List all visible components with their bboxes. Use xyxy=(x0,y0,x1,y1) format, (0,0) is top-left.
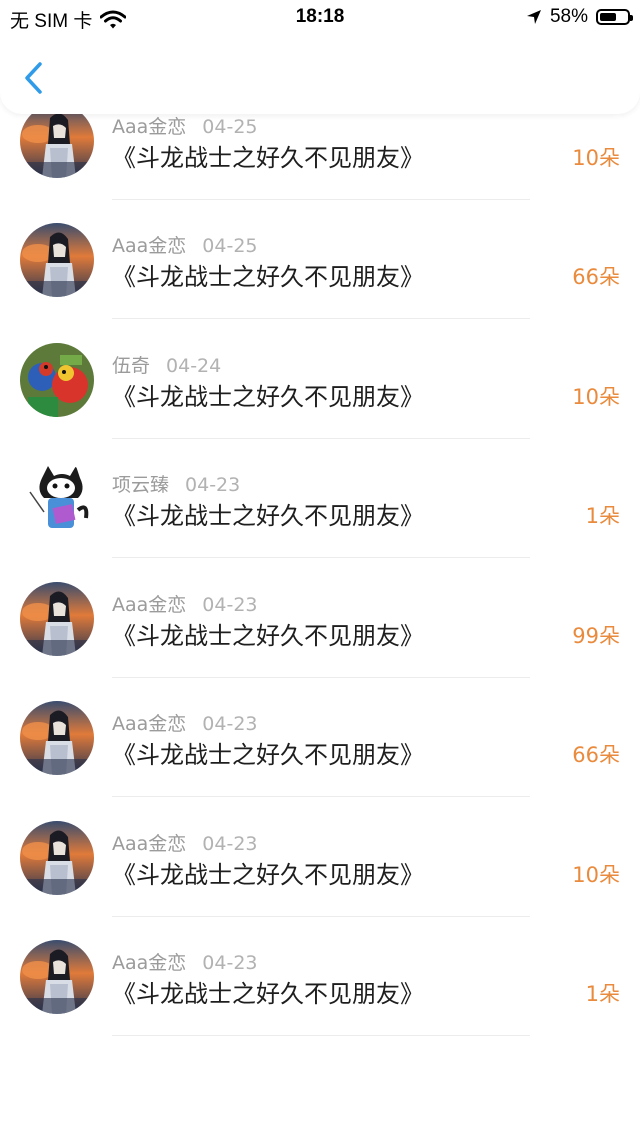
avatar[interactable] xyxy=(20,462,94,536)
avatar[interactable] xyxy=(20,820,94,895)
gift-record-row[interactable]: Aaa金恋 04-23 《斗龙战士之好久不见朋友》 10朵 xyxy=(0,797,640,917)
sender-name: 项云臻 xyxy=(112,474,170,496)
record-date: 04-23 xyxy=(202,952,258,974)
sender-name: 伍奇 xyxy=(112,354,151,377)
record-date: 04-23 xyxy=(202,832,258,855)
record-date: 04-24 xyxy=(166,354,222,377)
record-date: 04-25 xyxy=(202,115,258,138)
sender-meta: 项云臻 04-23 xyxy=(112,470,240,497)
sender-meta: Aaa金恋 04-23 xyxy=(112,948,258,975)
avatar[interactable] xyxy=(20,581,94,656)
flower-amount: 66朵 xyxy=(572,743,620,767)
avatar[interactable] xyxy=(20,940,94,1014)
gift-record-row[interactable]: Aaa金恋 04-23 《斗龙战士之好久不见朋友》 99朵 xyxy=(0,558,640,678)
navigation-bar xyxy=(0,34,640,114)
gift-record-row[interactable]: Aaa金恋 04-23 《斗龙战士之好久不见朋友》 66朵 xyxy=(0,677,640,797)
sender-meta: Aaa金恋 04-25 xyxy=(112,231,258,258)
flower-amount: 1朵 xyxy=(585,982,620,1006)
flower-amount: 10朵 xyxy=(572,384,620,409)
sender-name: Aaa金恋 xyxy=(112,952,187,974)
avatar[interactable] xyxy=(20,223,94,297)
gift-record-row[interactable]: Aaa金恋 04-23 《斗龙战士之好久不见朋友》 1朵 xyxy=(0,916,640,1036)
chevron-left-icon xyxy=(25,62,42,94)
sender-meta: Aaa金恋 04-23 xyxy=(112,709,258,736)
record-date: 04-25 xyxy=(202,235,258,257)
flower-amount: 10朵 xyxy=(572,145,620,170)
work-title: 《斗龙战士之好久不见朋友》 xyxy=(112,382,424,411)
flower-amount: 1朵 xyxy=(585,504,620,528)
sender-name: Aaa金恋 xyxy=(112,235,187,257)
record-date: 04-23 xyxy=(185,474,241,496)
battery-icon xyxy=(596,9,633,25)
work-title: 《斗龙战士之好久不见朋友》 xyxy=(112,980,424,1008)
work-title: 《斗龙战士之好久不见朋友》 xyxy=(112,502,424,530)
avatar[interactable] xyxy=(20,701,94,775)
status-bar: 无 SIM 卡 18:18 58% xyxy=(0,0,640,34)
sender-meta: 伍奇 04-24 xyxy=(112,351,221,378)
gift-record-row[interactable]: 伍奇 04-24 《斗龙战士之好久不见朋友》 10朵 xyxy=(0,319,640,439)
work-title: 《斗龙战士之好久不见朋友》 xyxy=(112,741,424,769)
gift-record-list[interactable]: 《斗龙战士之好久不见朋友》 10朵 Aaa金恋 04-25 《斗龙战士之好久不见朋友》… xyxy=(0,0,640,1139)
flower-amount: 10朵 xyxy=(572,862,620,887)
sender-name: Aaa金恋 xyxy=(112,115,187,138)
back-button[interactable] xyxy=(18,58,54,98)
sender-name: Aaa金恋 xyxy=(112,713,187,735)
work-title: 《斗龙战士之好久不见朋友》 xyxy=(112,860,424,889)
sender-meta: Aaa金恋 04-23 xyxy=(112,590,258,617)
flower-amount: 99朵 xyxy=(572,623,620,648)
sender-meta: Aaa金恋 04-23 xyxy=(112,829,258,856)
battery-percent: 58% xyxy=(549,6,588,27)
sender-meta: Aaa金恋 04-25 xyxy=(112,112,258,139)
work-title: 《斗龙战士之好久不见朋友》 xyxy=(112,263,424,291)
record-date: 04-23 xyxy=(202,593,258,616)
flower-amount: 66朵 xyxy=(572,265,620,289)
location-arrow-icon xyxy=(526,10,541,24)
gift-record-row[interactable]: Aaa金恋 04-25 《斗龙战士之好久不见朋友》 66朵 xyxy=(0,199,640,319)
avatar[interactable] xyxy=(20,342,94,417)
work-title: 《斗龙战士之好久不见朋友》 xyxy=(112,621,424,650)
work-title: 《斗龙战士之好久不见朋友》 xyxy=(112,143,424,172)
row-divider xyxy=(112,1035,530,1036)
gift-record-row[interactable]: 项云臻 04-23 《斗龙战士之好久不见朋友》 1朵 xyxy=(0,438,640,558)
avatar[interactable] xyxy=(20,103,94,178)
sender-name: Aaa金恋 xyxy=(112,832,187,855)
record-date: 04-23 xyxy=(202,713,258,735)
sender-name: Aaa金恋 xyxy=(112,593,187,616)
